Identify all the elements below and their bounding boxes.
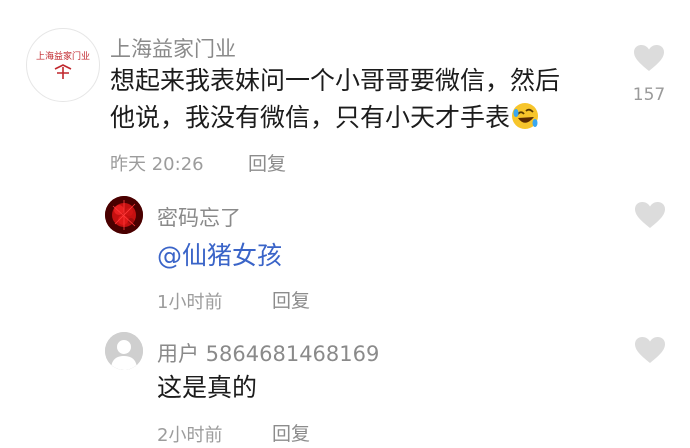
comment-timestamp: 昨天 20:26 — [110, 154, 204, 175]
heart-icon[interactable] — [634, 336, 666, 364]
comment-username[interactable]: 用户 5864681468169 — [157, 338, 379, 368]
comment-text-line: 想起来我表妹问一个小哥哥要微信，然后 — [110, 66, 561, 95]
reply-button[interactable]: 回复 — [272, 419, 310, 446]
rolling-on-floor-laughing-emoji — [510, 101, 540, 131]
comment-text-line: 他说，我没有微信，只有小天才手表 — [110, 103, 511, 132]
svg-text:上海益家门业: 上海益家门业 — [36, 50, 90, 62]
heart-icon[interactable] — [633, 44, 665, 72]
avatar-mima-wangle[interactable] — [105, 196, 143, 234]
comment-text-line-2: 他说，我没有微信，只有小天才手表 — [110, 99, 590, 136]
comment-text: 这是真的 — [157, 373, 258, 402]
mention-link[interactable]: @仙猪女孩 — [157, 236, 282, 272]
comment-text: 想起来我表妹问一个小哥哥要微信，然后 他说，我没有微信，只有小天才手表 — [110, 62, 590, 136]
comment-username[interactable]: 密码忘了 — [157, 202, 241, 232]
reply-button[interactable]: 回复 — [248, 149, 286, 176]
user-silhouette-icon[interactable] — [105, 332, 143, 370]
comment-timestamp: 1小时前 — [157, 292, 223, 313]
avatar-shanghai-yijia[interactable]: 上海益家门业 — [26, 28, 100, 102]
reply-button[interactable]: 回复 — [272, 286, 310, 313]
heart-icon[interactable] — [634, 201, 666, 229]
like-count: 157 — [632, 85, 666, 105]
comment-username[interactable]: 上海益家门业 — [110, 33, 236, 63]
comment-timestamp: 2小时前 — [157, 425, 223, 446]
